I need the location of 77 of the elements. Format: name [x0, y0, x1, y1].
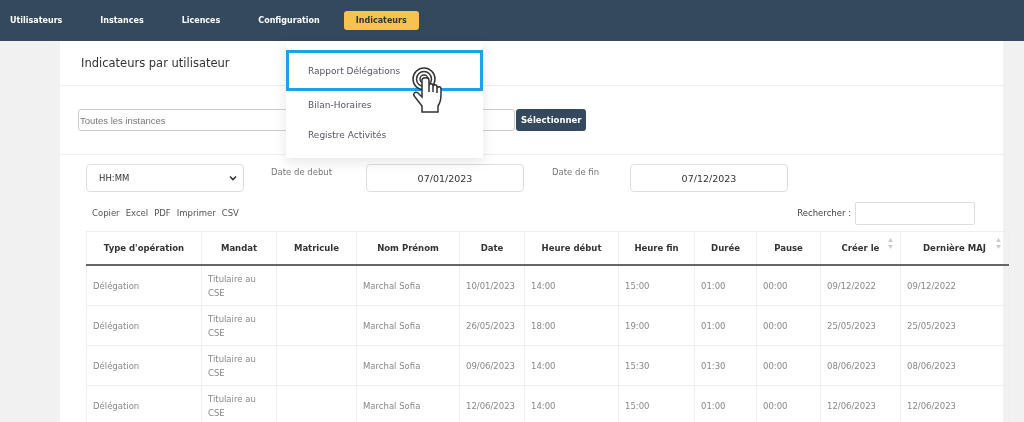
table-cell: 01:00: [701, 280, 726, 291]
table-cell: 00:00: [763, 280, 788, 291]
table-cell: 15:00: [625, 280, 650, 291]
table-cell: 08/06/2023: [827, 360, 876, 371]
search-label: Rechercher :: [797, 208, 851, 218]
export-button[interactable]: PDF: [151, 208, 174, 218]
table-cell: 00:00: [763, 400, 788, 411]
column-header[interactable]: Heure début: [524, 231, 619, 265]
table-cell: 12/06/2023: [827, 400, 876, 411]
table-cell: Délégation: [93, 400, 140, 411]
column-header[interactable]: Pause: [756, 231, 821, 265]
table-cell: 01:00: [701, 400, 726, 411]
nav-tab[interactable]: Utilisateurs: [2, 12, 71, 29]
sort-icon: [995, 238, 1002, 249]
column-header[interactable]: Créer le: [820, 231, 901, 265]
table-cell: 15:30: [625, 360, 650, 371]
table-cell: 26/05/2023: [466, 320, 515, 331]
table-cell: 12/06/2023: [466, 400, 515, 411]
table-cell: 01:30: [701, 360, 726, 371]
table-cell: Délégation: [93, 360, 140, 371]
column-header[interactable]: Matricule: [276, 231, 357, 265]
table-cell: Marchal Sofia: [363, 400, 421, 411]
export-button[interactable]: Imprimer: [173, 208, 219, 218]
column-header[interactable]: Dernière MAJ: [900, 231, 1009, 265]
column-header[interactable]: Mandat: [201, 231, 277, 265]
date-start-field[interactable]: 07/01/2023: [366, 164, 524, 192]
nav-tab[interactable]: Instances: [92, 12, 152, 29]
search-field[interactable]: [855, 201, 975, 225]
chevron-down-icon: [229, 175, 237, 181]
table-cell: Marchal Sofia: [363, 320, 421, 331]
menu-item[interactable]: Rapport Délégations: [286, 50, 483, 91]
column-header[interactable]: Date: [459, 231, 525, 265]
table-cell: Titulaire au CSE: [208, 353, 256, 378]
table-cell: 01:00: [701, 320, 726, 331]
column-header[interactable]: Heure fin: [618, 231, 695, 265]
nav-tab[interactable]: Indicateurs: [343, 11, 419, 30]
date-end-field[interactable]: 07/12/2023: [630, 164, 788, 192]
table-cell: 00:00: [763, 360, 788, 371]
table-cell: 25/05/2023: [827, 320, 876, 331]
table-cell: 00:00: [763, 320, 788, 331]
table-cell: Titulaire au CSE: [208, 273, 256, 298]
table-cell: Délégation: [93, 280, 140, 291]
table-cell: 25/05/2023: [907, 320, 956, 331]
select-button[interactable]: Sélectionner: [516, 109, 587, 131]
column-header[interactable]: Type d'opération: [86, 231, 202, 265]
table-cell: Titulaire au CSE: [208, 393, 256, 418]
nav-tab[interactable]: Licences: [173, 12, 229, 29]
table-cell: 09/12/2022: [827, 280, 876, 291]
table-cell: Délégation: [93, 320, 140, 331]
date-start-label: Date de debut: [271, 167, 334, 177]
table-cell: 10/01/2023: [466, 280, 515, 291]
table-cell: Titulaire au CSE: [208, 313, 256, 338]
table-cell: 14:00: [531, 280, 556, 291]
hand-pointer-icon: [410, 67, 444, 115]
table-cell: 09/12/2022: [907, 280, 956, 291]
table-cell: 08/06/2023: [907, 360, 956, 371]
table-cell: 09/06/2023: [466, 360, 515, 371]
export-button[interactable]: Copier: [89, 208, 123, 218]
table-cell: 14:00: [531, 360, 556, 371]
card-title: Indicateurs par utilisateur: [81, 56, 230, 70]
sort-icon: [887, 238, 894, 249]
export-button[interactable]: Excel: [122, 208, 152, 218]
column-header[interactable]: Nom Prénom: [356, 231, 460, 265]
column-header[interactable]: Durée: [694, 231, 757, 265]
table-cell: Marchal Sofia: [363, 360, 421, 371]
menu-item[interactable]: Registre Activités: [286, 120, 483, 150]
export-button[interactable]: CSV: [218, 208, 242, 218]
format-dropdown[interactable]: HH:MM: [86, 164, 244, 192]
table-cell: 19:00: [625, 320, 650, 331]
table-cell: 15:00: [625, 400, 650, 411]
table-cell: Marchal Sofia: [363, 280, 421, 291]
nav-tab[interactable]: Configuration: [250, 12, 328, 29]
table-cell: 12/06/2023: [907, 400, 956, 411]
table-cell: 18:00: [531, 320, 556, 331]
table-cell: 14:00: [531, 400, 556, 411]
menu-item[interactable]: Bilan-Horaires: [286, 90, 483, 120]
date-end-label: Date de fin: [552, 167, 601, 177]
